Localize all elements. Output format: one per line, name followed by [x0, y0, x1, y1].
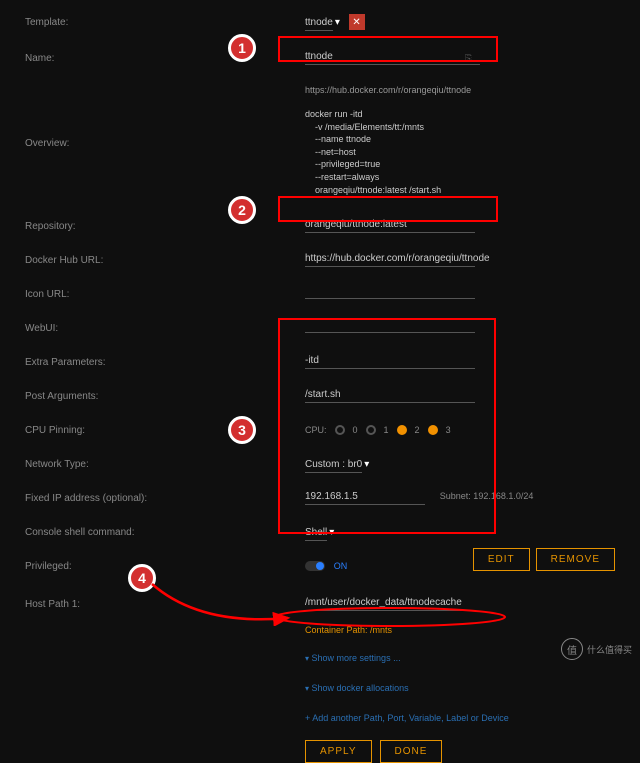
- watermark-text: 什么值得买: [587, 643, 632, 656]
- fixed-ip-label: Fixed IP address (optional):: [25, 493, 305, 504]
- cpu-pinning-label: CPU Pinning:: [25, 425, 305, 436]
- show-more-settings-link[interactable]: ▾ Show more settings ...: [305, 653, 401, 663]
- cpu-2-radio[interactable]: [397, 425, 407, 435]
- host-path-1-input[interactable]: /mnt/user/docker_data/ttnodecache: [305, 597, 475, 611]
- copy-icon[interactable]: ⎘: [465, 53, 472, 64]
- extra-params-label: Extra Parameters:: [25, 357, 305, 368]
- cpu-1-radio[interactable]: [366, 425, 376, 435]
- icon-url-input[interactable]: [305, 287, 475, 299]
- done-button[interactable]: DONE: [380, 740, 443, 763]
- cpu-3-radio[interactable]: [428, 425, 438, 435]
- docker-hub-url-label: Docker Hub URL:: [25, 255, 305, 266]
- extra-params-input[interactable]: -itd: [305, 355, 475, 369]
- add-another-link[interactable]: + Add another Path, Port, Variable, Labe…: [305, 713, 509, 723]
- overview-label: Overview:: [25, 108, 305, 149]
- template-select[interactable]: ttnode: [305, 15, 333, 31]
- privileged-toggle[interactable]: [305, 561, 325, 571]
- hub-link-top: https://hub.docker.com/r/orangeqiu/ttnod…: [305, 85, 615, 95]
- watermark-icon: 值: [561, 638, 583, 660]
- container-path-label: Container Path: /mnts: [305, 625, 615, 635]
- webui-input[interactable]: [305, 321, 475, 333]
- console-shell-select[interactable]: Shell: [305, 525, 327, 541]
- subnet-label: Subnet: 192.168.1.0/24: [440, 491, 534, 501]
- name-label: Name:: [25, 53, 305, 64]
- chevron-down-icon: ▾: [329, 527, 334, 538]
- network-type-select[interactable]: Custom : br0: [305, 457, 362, 473]
- watermark: 值 什么值得买: [561, 638, 632, 660]
- remove-template-icon[interactable]: ✕: [349, 14, 365, 30]
- template-label: Template:: [25, 17, 305, 28]
- chevron-down-icon: ▾: [364, 459, 369, 470]
- name-input[interactable]: ttnode: [305, 51, 480, 65]
- cpu-pinning-group: CPU: 0 1 2 3: [305, 425, 615, 435]
- remove-button[interactable]: REMOVE: [536, 548, 615, 571]
- apply-button[interactable]: APPLY: [305, 740, 372, 763]
- privileged-state: ON: [334, 561, 348, 571]
- fixed-ip-input[interactable]: 192.168.1.5: [305, 491, 425, 505]
- show-docker-allocations-link[interactable]: ▾ Show docker allocations: [305, 683, 409, 693]
- docker-hub-url-input[interactable]: https://hub.docker.com/r/orangeqiu/ttnod…: [305, 253, 475, 267]
- chevron-down-icon: ▾: [335, 17, 340, 28]
- icon-url-label: Icon URL:: [25, 289, 305, 300]
- console-shell-label: Console shell command:: [25, 527, 305, 538]
- repository-input[interactable]: orangeqiu/ttnode:latest: [305, 219, 475, 233]
- overview-text: docker run -itd -v /media/Elements/tt:/m…: [305, 108, 615, 196]
- network-type-label: Network Type:: [25, 459, 305, 470]
- post-args-input[interactable]: /start.sh: [305, 389, 475, 403]
- privileged-label: Privileged:: [25, 561, 305, 572]
- edit-button[interactable]: EDIT: [473, 548, 530, 571]
- cpu-0-radio[interactable]: [335, 425, 345, 435]
- webui-label: WebUI:: [25, 323, 305, 334]
- post-args-label: Post Arguments:: [25, 391, 305, 402]
- host-path-1-label: Host Path 1:: [25, 599, 305, 610]
- repository-label: Repository:: [25, 221, 305, 232]
